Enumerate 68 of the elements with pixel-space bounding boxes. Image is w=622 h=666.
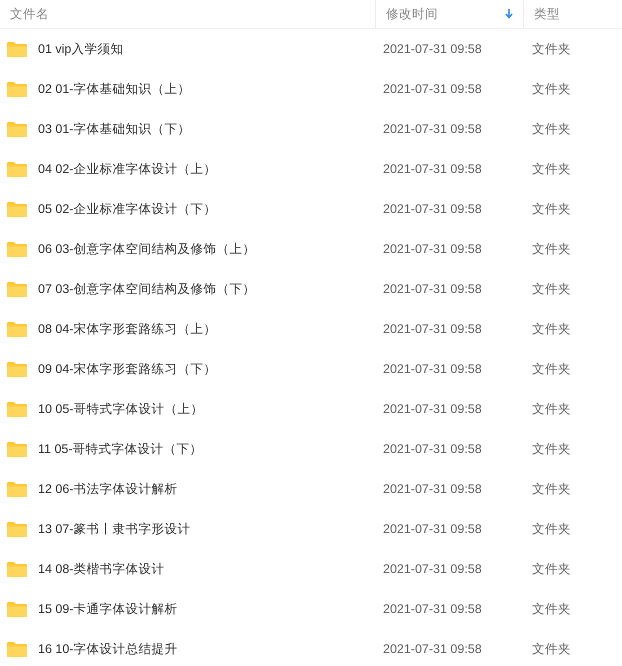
file-name[interactable]: 04 02-企业标准字体设计（上） bbox=[38, 160, 216, 178]
file-name[interactable]: 10 05-哥特式字体设计（上） bbox=[38, 400, 204, 418]
file-type: 文件夹 bbox=[532, 282, 571, 296]
file-type: 文件夹 bbox=[532, 42, 571, 56]
file-type: 文件夹 bbox=[532, 362, 571, 376]
file-name[interactable]: 05 02-企业标准字体设计（下） bbox=[38, 200, 216, 218]
file-name[interactable]: 03 01-字体基础知识（下） bbox=[38, 120, 190, 138]
folder-icon bbox=[6, 240, 28, 258]
folder-icon bbox=[6, 480, 28, 498]
file-name[interactable]: 07 03-创意字体空间结构及修饰（下） bbox=[38, 280, 256, 298]
modified-time: 2021-07-31 09:58 bbox=[383, 322, 482, 336]
file-type: 文件夹 bbox=[532, 242, 571, 256]
modified-time: 2021-07-31 09:58 bbox=[383, 562, 482, 576]
modified-time: 2021-07-31 09:58 bbox=[383, 122, 482, 136]
folder-icon bbox=[6, 320, 28, 338]
folder-icon bbox=[6, 520, 28, 538]
folder-icon bbox=[6, 360, 28, 378]
file-type: 文件夹 bbox=[532, 642, 571, 656]
folder-icon bbox=[6, 640, 28, 658]
folder-icon bbox=[6, 560, 28, 578]
file-type: 文件夹 bbox=[532, 602, 571, 616]
file-type: 文件夹 bbox=[532, 202, 571, 216]
file-name[interactable]: 06 03-创意字体空间结构及修饰（上） bbox=[38, 240, 256, 258]
file-name[interactable]: 02 01-字体基础知识（上） bbox=[38, 80, 190, 98]
file-name[interactable]: 09 04-宋体字形套路练习（下） bbox=[38, 360, 216, 378]
file-type: 文件夹 bbox=[532, 162, 571, 176]
modified-time: 2021-07-31 09:58 bbox=[383, 42, 482, 56]
file-name[interactable]: 16 10-字体设计总结提升 bbox=[38, 640, 178, 658]
folder-icon bbox=[6, 40, 28, 58]
file-name[interactable]: 08 04-宋体字形套路练习（上） bbox=[38, 320, 216, 338]
folder-icon bbox=[6, 160, 28, 178]
modified-time: 2021-07-31 09:58 bbox=[383, 242, 482, 256]
folder-icon bbox=[6, 440, 28, 458]
column-header[interactable]: 类型 bbox=[524, 0, 622, 28]
file-type: 文件夹 bbox=[532, 442, 571, 456]
file-name[interactable]: 14 08-类楷书字体设计 bbox=[38, 560, 164, 578]
modified-time: 2021-07-31 09:58 bbox=[383, 362, 482, 376]
column-header[interactable]: 文件名 bbox=[0, 0, 376, 28]
folder-icon bbox=[6, 400, 28, 418]
sort-arrow-icon bbox=[505, 9, 513, 19]
modified-time: 2021-07-31 09:58 bbox=[383, 522, 482, 536]
file-type: 文件夹 bbox=[532, 402, 571, 416]
folder-icon bbox=[6, 280, 28, 298]
modified-time: 2021-07-31 09:58 bbox=[383, 202, 482, 216]
file-name[interactable]: 11 05-哥特式字体设计（下） bbox=[38, 440, 203, 458]
folder-icon bbox=[6, 200, 28, 218]
file-name[interactable]: 01 vip入学须知 bbox=[38, 40, 124, 58]
file-type: 文件夹 bbox=[532, 322, 571, 336]
folder-icon bbox=[6, 80, 28, 98]
file-type: 文件夹 bbox=[532, 122, 571, 136]
file-name[interactable]: 13 07-篆书丨隶书字形设计 bbox=[38, 520, 190, 538]
file-type: 文件夹 bbox=[532, 482, 571, 496]
folder-icon bbox=[6, 120, 28, 138]
file-type: 文件夹 bbox=[532, 562, 571, 576]
modified-time: 2021-07-31 09:58 bbox=[383, 162, 482, 176]
modified-time: 2021-07-31 09:58 bbox=[383, 442, 482, 456]
file-type: 文件夹 bbox=[532, 522, 571, 536]
modified-time: 2021-07-31 09:58 bbox=[383, 82, 482, 96]
file-name[interactable]: 15 09-卡通字体设计解析 bbox=[38, 600, 178, 618]
modified-time: 2021-07-31 09:58 bbox=[383, 642, 482, 656]
file-name[interactable]: 12 06-书法字体设计解析 bbox=[38, 480, 178, 498]
file-type: 文件夹 bbox=[532, 82, 571, 96]
folder-icon bbox=[6, 600, 28, 618]
modified-time: 2021-07-31 09:58 bbox=[383, 402, 482, 416]
column-header[interactable]: 修改时间 bbox=[376, 0, 524, 28]
modified-time: 2021-07-31 09:58 bbox=[383, 282, 482, 296]
modified-time: 2021-07-31 09:58 bbox=[383, 602, 482, 616]
modified-time: 2021-07-31 09:58 bbox=[383, 482, 482, 496]
